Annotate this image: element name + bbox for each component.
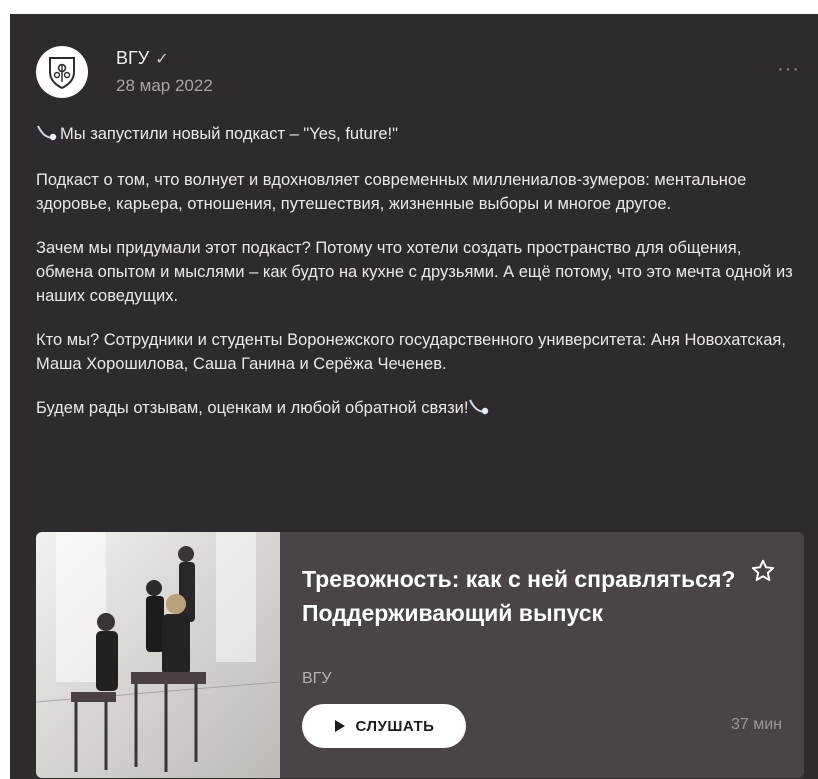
more-options-button[interactable]: ··· [777, 59, 800, 79]
author-name[interactable]: ВГУ [116, 48, 149, 69]
post-date[interactable]: 28 мар 2022 [116, 76, 213, 96]
post-paragraph: Зачем мы придумали этот подкаст? Потому … [36, 239, 793, 305]
avatar[interactable] [36, 46, 88, 98]
listen-button-label: СЛУШАТЬ [355, 717, 435, 735]
favorite-star-button[interactable] [750, 558, 776, 584]
listen-button[interactable]: СЛУШАТЬ [302, 704, 466, 748]
post-text: Мы запустили новый подкаст – "Yes, futur… [36, 122, 796, 440]
play-icon [334, 720, 345, 732]
comet-emoji-icon [37, 125, 57, 141]
cover-photo-illustration [36, 532, 281, 772]
post-paragraph: Кто мы? Сотрудники и студенты Воронежско… [36, 331, 786, 373]
post-paragraph: Будем рады отзывам, оценкам и любой обра… [36, 396, 796, 420]
post-header: ВГУ ✓ 28 мар 2022 ··· [36, 46, 818, 110]
comet-emoji-icon [469, 399, 489, 415]
post-card: ВГУ ✓ 28 мар 2022 ··· Мы запустили новый… [10, 14, 818, 779]
podcast-duration: 37 мин [730, 716, 782, 733]
star-icon [751, 559, 775, 581]
post-paragraph: Подкаст о том, что волнует и вдохновляет… [36, 171, 747, 213]
podcast-cover-image[interactable] [36, 532, 281, 778]
podcast-attachment[interactable]: Тревожность: как с ней справляться? Подд… [36, 532, 804, 778]
university-crest-icon [49, 57, 75, 90]
podcast-author[interactable]: ВГУ [302, 670, 332, 688]
podcast-title[interactable]: Тревожность: как с ней справляться? Подд… [302, 562, 752, 630]
verified-icon: ✓ [155, 50, 169, 68]
post-paragraph: Мы запустили новый подкаст – "Yes, futur… [36, 122, 796, 146]
